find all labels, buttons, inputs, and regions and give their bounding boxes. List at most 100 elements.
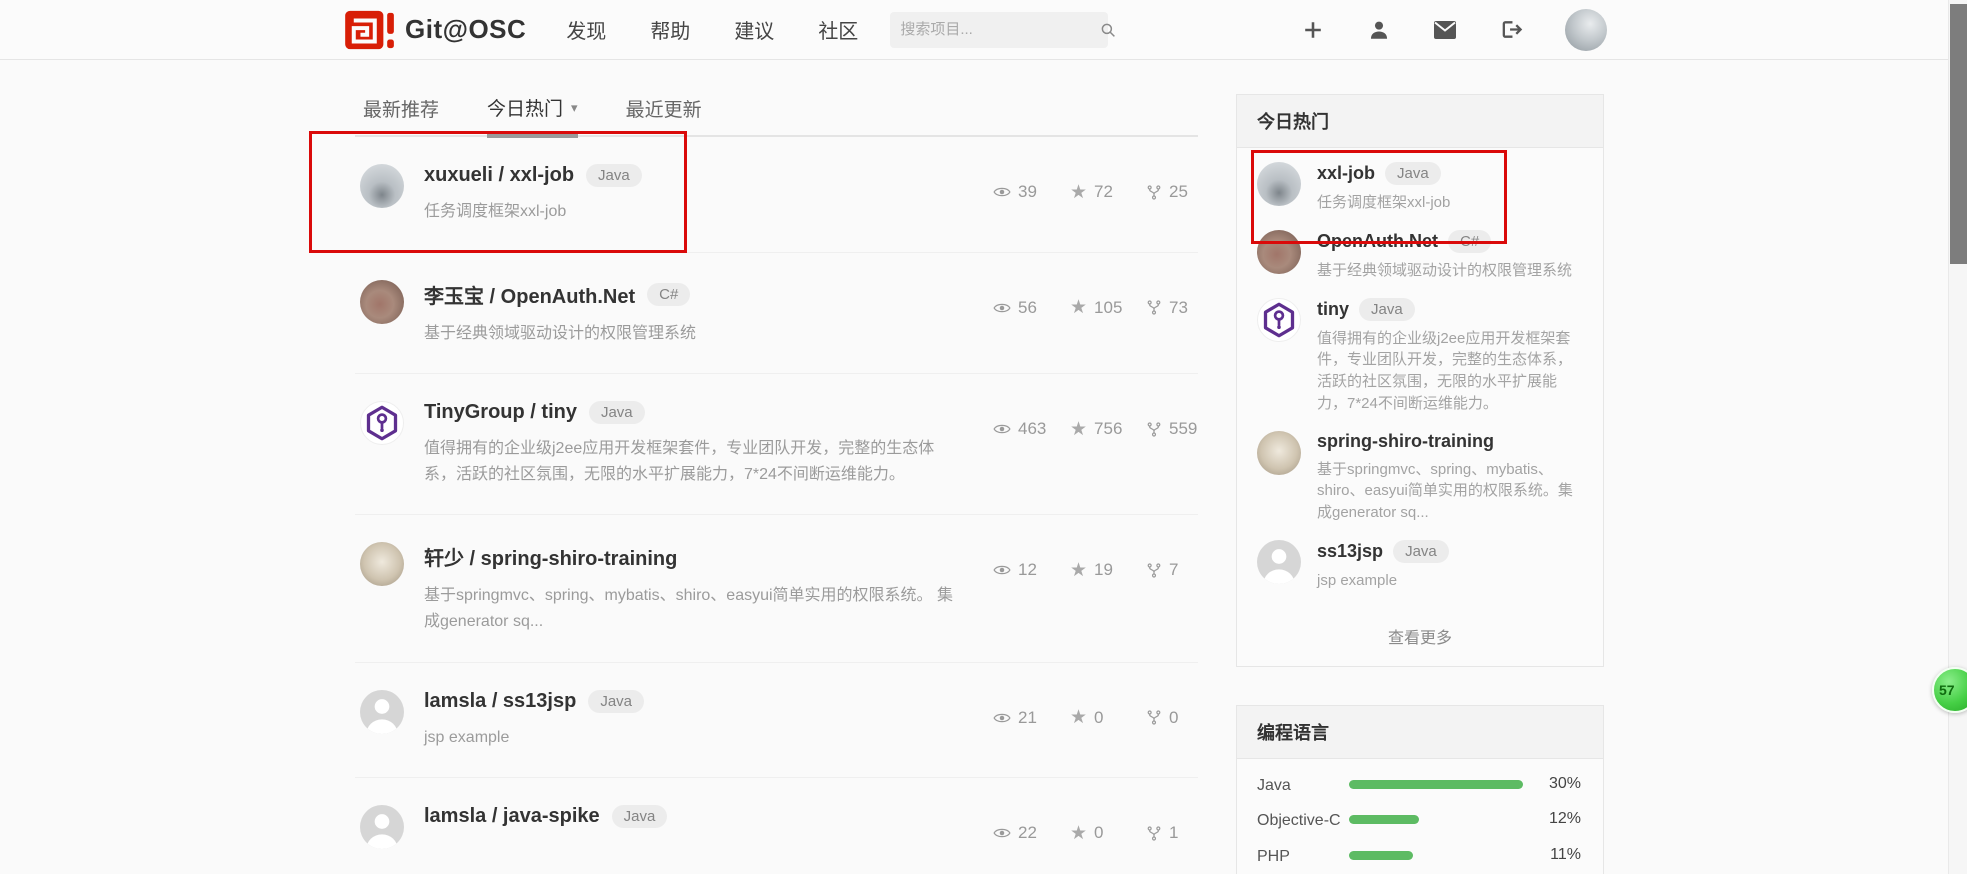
project-row[interactable]: lamsla / ss13jsp Java jsp example 21 ★0 … bbox=[355, 663, 1198, 779]
project-list-main: 最新推荐 今日热门 ▾ 最近更新 xuxueli / xxl-job Java … bbox=[355, 60, 1198, 874]
brand-name: Git@OSC bbox=[405, 14, 526, 45]
fork-icon bbox=[1146, 562, 1162, 579]
watch-eye-icon bbox=[993, 561, 1011, 579]
language-row[interactable]: Objective-C 12% bbox=[1257, 810, 1581, 832]
mail-icon[interactable] bbox=[1433, 18, 1457, 42]
star-count: 0 bbox=[1094, 823, 1103, 843]
browser-scrollbar[interactable] bbox=[1948, 0, 1967, 874]
hot-item-title[interactable]: OpenAuth.Net bbox=[1317, 231, 1438, 252]
hot-item-description: 基于springmvc、spring、mybatis、shiro、easyui简… bbox=[1317, 459, 1583, 524]
watch-eye-icon bbox=[993, 299, 1011, 317]
language-tag: Java bbox=[1385, 162, 1441, 185]
nav-link-discover[interactable]: 发现 bbox=[566, 15, 606, 44]
tab-today-hot-label: 今日热门 bbox=[487, 94, 563, 121]
user-avatar[interactable] bbox=[1565, 9, 1607, 51]
language-row[interactable]: Java 30% bbox=[1257, 775, 1581, 797]
nav-link-help[interactable]: 帮助 bbox=[650, 15, 690, 44]
language-name: Java bbox=[1257, 775, 1349, 797]
tab-recent-update[interactable]: 最近更新 bbox=[626, 94, 702, 135]
hot-item[interactable]: xxl-job Java 任务调度框架xxl-job bbox=[1257, 162, 1583, 214]
project-title[interactable]: 李玉宝 / OpenAuth.Net bbox=[424, 280, 635, 309]
fork-count: 559 bbox=[1169, 419, 1197, 439]
project-row[interactable]: TinyGroup / tiny Java 值得拥有的企业级j2ee应用开发框架… bbox=[355, 374, 1198, 515]
today-hot-panel: 今日热门 xxl-job Java 任务调度框架xxl-job bbox=[1236, 94, 1604, 667]
languages-panel: 编程语言 Java 30% Objective-C 12% PHP bbox=[1236, 705, 1604, 874]
project-row[interactable]: xuxueli / xxl-job Java 任务调度框架xxl-job 39 … bbox=[355, 137, 1198, 253]
search-box[interactable] bbox=[890, 12, 1108, 48]
hot-item-title[interactable]: xxl-job bbox=[1317, 163, 1375, 184]
language-name: Objective-C bbox=[1257, 810, 1349, 832]
logout-icon[interactable] bbox=[1499, 18, 1523, 42]
hot-item-description: 值得拥有的企业级j2ee应用开发框架套件，专业团队开发，完整的生态体系，活跃的社… bbox=[1317, 328, 1583, 415]
fork-count: 7 bbox=[1169, 560, 1178, 580]
hot-item-avatar[interactable] bbox=[1257, 162, 1301, 206]
brand-logo[interactable]: Git@OSC bbox=[345, 9, 526, 51]
star-icon: ★ bbox=[1070, 708, 1087, 727]
project-avatar[interactable] bbox=[360, 164, 404, 208]
project-avatar[interactable] bbox=[360, 805, 404, 849]
nav-link-suggest[interactable]: 建议 bbox=[734, 15, 774, 44]
language-tag: Java bbox=[1359, 298, 1415, 321]
hot-item-title[interactable]: spring-shiro-training bbox=[1317, 431, 1494, 452]
nav-link-community[interactable]: 社区 bbox=[818, 15, 858, 44]
star-count: 0 bbox=[1094, 708, 1103, 728]
tab-latest-recommend[interactable]: 最新推荐 bbox=[363, 94, 439, 135]
project-title[interactable]: 轩少 / spring-shiro-training bbox=[424, 542, 677, 571]
hot-item-title[interactable]: ss13jsp bbox=[1317, 541, 1383, 562]
watch-count: 463 bbox=[1018, 419, 1046, 439]
hot-item[interactable]: ss13jsp Java jsp example bbox=[1257, 540, 1583, 592]
nav-links: 发现 帮助 建议 社区 bbox=[566, 15, 858, 44]
hot-item-avatar[interactable] bbox=[1257, 431, 1301, 475]
project-avatar[interactable] bbox=[360, 280, 404, 324]
project-row[interactable]: 轩少 / spring-shiro-training 基于springmvc、s… bbox=[355, 515, 1198, 662]
fork-icon bbox=[1146, 709, 1162, 726]
tab-today-hot[interactable]: 今日热门 ▾ bbox=[487, 94, 578, 138]
language-tag: Java bbox=[588, 690, 644, 713]
project-avatar[interactable] bbox=[360, 690, 404, 734]
scrollbar-thumb[interactable] bbox=[1950, 4, 1967, 264]
project-stats: 21 ★0 0 bbox=[993, 708, 1198, 728]
hot-item[interactable]: spring-shiro-training 基于springmvc、spring… bbox=[1257, 431, 1583, 524]
user-icon[interactable] bbox=[1367, 18, 1391, 42]
search-input[interactable] bbox=[900, 21, 1099, 38]
hot-item-description: jsp example bbox=[1317, 570, 1583, 592]
fork-icon bbox=[1146, 825, 1162, 842]
project-title[interactable]: lamsla / java-spike bbox=[424, 805, 600, 828]
chevron-down-icon[interactable]: ▾ bbox=[571, 100, 578, 116]
new-project-plus-icon[interactable] bbox=[1301, 18, 1325, 42]
watch-eye-icon bbox=[993, 824, 1011, 842]
project-title[interactable]: xuxueli / xxl-job bbox=[424, 164, 574, 187]
language-name: PHP bbox=[1257, 846, 1349, 868]
star-count: 105 bbox=[1094, 298, 1122, 318]
hot-item-avatar[interactable] bbox=[1257, 298, 1301, 342]
fork-icon bbox=[1146, 421, 1162, 438]
languages-header: 编程语言 bbox=[1237, 706, 1603, 759]
project-avatar[interactable] bbox=[360, 542, 404, 586]
hot-item-description: 任务调度框架xxl-job bbox=[1317, 192, 1583, 214]
hot-item[interactable]: tiny Java 值得拥有的企业级j2ee应用开发框架套件，专业团队开发，完整… bbox=[1257, 298, 1583, 415]
star-count: 72 bbox=[1094, 182, 1113, 202]
language-tag: Java bbox=[1393, 540, 1449, 563]
hot-item-avatar[interactable] bbox=[1257, 230, 1301, 274]
project-avatar[interactable] bbox=[360, 401, 404, 445]
fork-count: 25 bbox=[1169, 182, 1188, 202]
fork-count: 0 bbox=[1169, 708, 1178, 728]
navbar-right bbox=[1301, 9, 1607, 51]
page: Git@OSC 发现 帮助 建议 社区 bbox=[0, 0, 1967, 874]
project-row[interactable]: 李玉宝 / OpenAuth.Net C# 基于经典领域驱动设计的权限管理系统 … bbox=[355, 253, 1198, 375]
project-row[interactable]: lamsla / java-spike Java 22 ★0 1 bbox=[355, 778, 1198, 874]
language-bar bbox=[1349, 815, 1419, 824]
view-more-link[interactable]: 查看更多 bbox=[1237, 614, 1603, 666]
watch-eye-icon bbox=[993, 420, 1011, 438]
project-title[interactable]: lamsla / ss13jsp bbox=[424, 690, 576, 713]
language-tag: Java bbox=[589, 401, 645, 424]
navbar: Git@OSC 发现 帮助 建议 社区 bbox=[0, 0, 1967, 60]
search-icon[interactable] bbox=[1099, 21, 1117, 39]
hot-item-title[interactable]: tiny bbox=[1317, 299, 1349, 320]
project-title[interactable]: TinyGroup / tiny bbox=[424, 401, 577, 424]
fork-count: 1 bbox=[1169, 823, 1178, 843]
language-row[interactable]: PHP 11% bbox=[1257, 846, 1581, 868]
fork-icon bbox=[1146, 299, 1162, 316]
hot-item[interactable]: OpenAuth.Net C# 基于经典领域驱动设计的权限管理系统 bbox=[1257, 230, 1583, 282]
hot-item-avatar[interactable] bbox=[1257, 540, 1301, 584]
